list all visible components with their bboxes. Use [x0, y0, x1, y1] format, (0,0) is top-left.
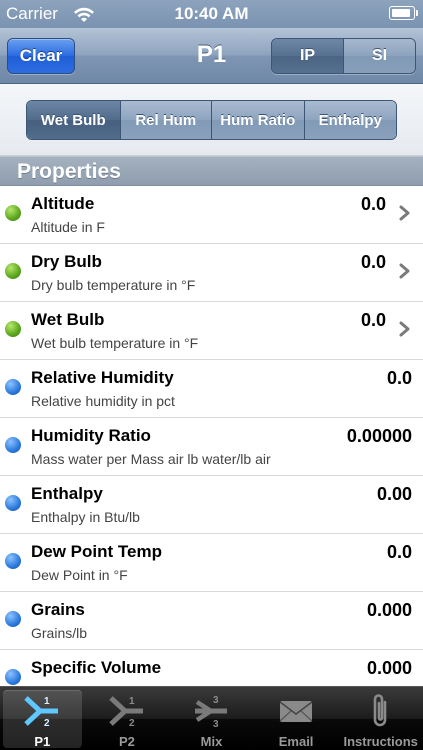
merge-1-2-icon: 1 2 — [109, 696, 143, 729]
unit-ip-button[interactable]: IP — [272, 39, 343, 73]
output-status-dot-icon — [5, 495, 21, 511]
svg-text:3: 3 — [213, 695, 219, 706]
mode-wet-bulb-button[interactable]: Wet Bulb — [27, 101, 120, 139]
property-description: Dew Point in °F — [31, 567, 128, 583]
property-name: Dew Point Temp — [31, 542, 162, 561]
property-description: Relative humidity in pct — [31, 393, 175, 409]
property-value: 0.00000 — [346, 426, 412, 446]
svg-text:3: 3 — [213, 719, 219, 730]
properties-list: Altitude Altitude in F 0.0 Dry Bulb Dry … — [0, 186, 423, 686]
svg-text:1: 1 — [44, 696, 50, 707]
property-name: Dry Bulb — [31, 252, 102, 271]
tab-instructions[interactable]: Instructions — [338, 687, 423, 750]
property-name: Relative Humidity — [31, 368, 174, 387]
property-row-dry-bulb[interactable]: Dry Bulb Dry bulb temperature in °F 0.0 — [0, 244, 423, 302]
tab-p2[interactable]: 1 2 P2 — [85, 687, 170, 750]
output-status-dot-icon — [5, 437, 21, 453]
property-value: 0.0 — [360, 252, 386, 272]
chevron-right-icon — [399, 205, 410, 221]
property-description: Grains/lb — [31, 625, 88, 641]
output-status-dot-icon — [5, 611, 21, 627]
property-description: Altitude in F — [31, 219, 105, 235]
property-description: Enthalpy in Btu/lb — [31, 509, 140, 525]
property-name: Specific Volume — [31, 658, 162, 677]
chevron-right-icon — [399, 263, 410, 279]
merge-1-2-icon: 1 2 — [24, 696, 59, 729]
property-name: Altitude — [31, 194, 95, 213]
input-status-dot-icon — [5, 321, 21, 337]
input-mode-area: Wet Bulb Rel Hum Hum Ratio Enthalpy — [0, 84, 423, 156]
property-row-humidity-ratio: Humidity Ratio Mass water per Mass air l… — [0, 418, 423, 476]
input-status-dot-icon — [5, 205, 21, 221]
property-value: 0.0 — [386, 368, 412, 388]
tab-p1[interactable]: 1 2 P1 — [0, 687, 85, 750]
property-row-dew-point: Dew Point Temp Dew Point in °F 0.0 — [0, 534, 423, 592]
status-bar: Carrier 10:40 AM — [0, 0, 423, 28]
property-value: 0.0 — [360, 310, 386, 330]
property-row-enthalpy: Enthalpy Enthalpy in Btu/lb 0.00 — [0, 476, 423, 534]
tab-label: Mix — [200, 734, 223, 749]
property-value: 0.000 — [366, 658, 412, 678]
svg-text:2: 2 — [129, 718, 135, 729]
chevron-right-icon — [399, 321, 410, 337]
properties-section-header: Properties — [0, 156, 423, 186]
mode-enthalpy-button[interactable]: Enthalpy — [303, 101, 396, 139]
mode-hum-ratio-button[interactable]: Hum Ratio — [211, 101, 304, 139]
envelope-icon — [279, 701, 313, 722]
output-status-dot-icon — [5, 379, 21, 395]
output-status-dot-icon — [5, 669, 21, 685]
property-value: 0.000 — [366, 600, 412, 620]
tab-label: Instructions — [343, 734, 418, 749]
property-row-wet-bulb[interactable]: Wet Bulb Wet bulb temperature in °F 0.0 — [0, 302, 423, 360]
svg-text:1: 1 — [129, 696, 135, 707]
property-row-relative-humidity: Relative Humidity Relative humidity in p… — [0, 360, 423, 418]
property-row-grains: Grains Grains/lb 0.000 — [0, 592, 423, 650]
property-description: Mass water per Mass air lb water/lb air — [31, 451, 271, 467]
clock: 10:40 AM — [174, 4, 249, 23]
property-row-specific-volume: Specific Volume 0.000 — [0, 650, 423, 686]
property-name: Enthalpy — [31, 484, 103, 503]
property-name: Wet Bulb — [31, 310, 105, 329]
tab-label: P2 — [118, 734, 135, 749]
tab-label: P1 — [34, 734, 51, 749]
unit-system-control: IP SI — [271, 38, 416, 74]
mode-rel-hum-button[interactable]: Rel Hum — [119, 101, 211, 139]
tab-label: Email — [278, 734, 314, 749]
mix-3-icon: 3 3 — [195, 695, 228, 730]
svg-text:2: 2 — [44, 718, 50, 729]
property-value: 0.0 — [386, 542, 412, 562]
property-name: Humidity Ratio — [31, 426, 151, 445]
tab-bar: 1 2 P1 1 2 P2 3 3 Mix Email Instructions — [0, 686, 423, 750]
battery-icon — [389, 6, 418, 20]
tab-email[interactable]: Email — [254, 687, 339, 750]
property-name: Grains — [31, 600, 85, 619]
property-row-altitude[interactable]: Altitude Altitude in F 0.0 — [0, 186, 423, 244]
navigation-bar: Clear P1 IP SI — [0, 28, 423, 84]
tab-mix[interactable]: 3 3 Mix — [169, 687, 254, 750]
property-description: Wet bulb temperature in °F — [31, 335, 199, 351]
output-status-dot-icon — [5, 553, 21, 569]
input-mode-control: Wet Bulb Rel Hum Hum Ratio Enthalpy — [26, 100, 397, 140]
property-description: Dry bulb temperature in °F — [31, 277, 196, 293]
input-status-dot-icon — [5, 263, 21, 279]
property-value: 0.0 — [360, 194, 386, 214]
paperclip-icon — [373, 694, 386, 727]
unit-si-button[interactable]: SI — [343, 39, 415, 73]
property-value: 0.00 — [376, 484, 412, 504]
